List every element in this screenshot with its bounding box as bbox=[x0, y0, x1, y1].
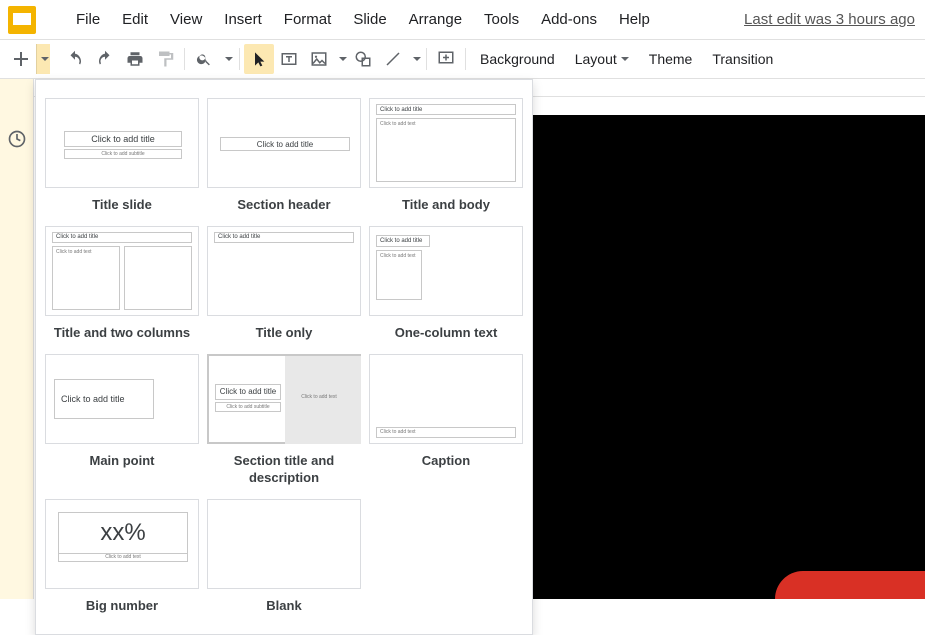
layout-option-title-only[interactable]: Click to add title Title only bbox=[206, 226, 362, 342]
thumb-title: Click to add title bbox=[64, 131, 182, 147]
print-icon bbox=[126, 50, 144, 68]
thumb-title: Click to add title bbox=[376, 104, 516, 115]
layout-option-blank[interactable]: Blank bbox=[206, 499, 362, 615]
thumb-bignumber: xx% bbox=[100, 519, 145, 547]
theme-button[interactable]: Theme bbox=[639, 44, 703, 74]
layout-label: Caption bbox=[422, 453, 470, 470]
new-slide-caret-button[interactable] bbox=[36, 44, 50, 74]
layout-label: Section header bbox=[237, 197, 330, 214]
thumb-title: Click to add title bbox=[54, 379, 154, 419]
image-icon bbox=[310, 50, 328, 68]
image-caret-button[interactable] bbox=[334, 44, 348, 74]
print-button[interactable] bbox=[120, 44, 150, 74]
menu-addons[interactable]: Add-ons bbox=[531, 7, 607, 32]
plus-icon bbox=[13, 51, 29, 67]
thumb-col2 bbox=[124, 246, 192, 310]
thumb-title: Click to add title bbox=[214, 232, 354, 243]
content-area: Click to add title Click to add subtitle… bbox=[0, 79, 925, 599]
transition-button[interactable]: Transition bbox=[702, 44, 783, 74]
thumb-body: Click to add text bbox=[376, 118, 516, 182]
thumb-title: Click to add title bbox=[215, 384, 281, 400]
background-button[interactable]: Background bbox=[470, 44, 565, 74]
layout-label: Main point bbox=[90, 453, 155, 470]
layout-option-caption[interactable]: Click to add text Caption bbox=[368, 354, 524, 487]
caret-down-icon bbox=[225, 57, 233, 61]
paint-roller-icon bbox=[156, 50, 174, 68]
toolbar: Background Layout Theme Transition bbox=[0, 39, 925, 79]
layout-grid: Click to add title Click to add subtitle… bbox=[36, 98, 532, 614]
layout-label: Title slide bbox=[92, 197, 152, 214]
layout-option-title-and-body[interactable]: Click to add title Click to add text Tit… bbox=[368, 98, 524, 214]
slide-red-shape[interactable] bbox=[775, 571, 925, 599]
layout-option-big-number[interactable]: xx% Click to add text Big number bbox=[44, 499, 200, 615]
layout-label: Section title and description bbox=[206, 453, 362, 487]
cursor-icon bbox=[251, 51, 267, 67]
line-tool-button[interactable] bbox=[378, 44, 408, 74]
undo-button[interactable] bbox=[60, 44, 90, 74]
line-caret-button[interactable] bbox=[408, 44, 422, 74]
layout-label: Title only bbox=[256, 325, 313, 342]
magnifier-icon bbox=[196, 51, 212, 67]
layout-option-title-two-columns[interactable]: Click to add title Click to add text Tit… bbox=[44, 226, 200, 342]
menu-format[interactable]: Format bbox=[274, 7, 342, 32]
thumb-subtitle: Click to add subtitle bbox=[64, 149, 182, 159]
thumb-col1: Click to add text bbox=[52, 246, 120, 310]
layout-option-section-header[interactable]: Click to add title Section header bbox=[206, 98, 362, 214]
layout-option-one-column-text[interactable]: Click to add title Click to add text One… bbox=[368, 226, 524, 342]
menu-arrange[interactable]: Arrange bbox=[399, 7, 472, 32]
layout-option-section-title-description[interactable]: Click to add title Click to add subtitle… bbox=[206, 354, 362, 487]
menubar: File Edit View Insert Format Slide Arran… bbox=[66, 7, 660, 32]
textbox-icon bbox=[280, 50, 298, 68]
speaker-notes-icon bbox=[7, 129, 27, 149]
paint-format-button[interactable] bbox=[150, 44, 180, 74]
menu-tools[interactable]: Tools bbox=[474, 7, 529, 32]
redo-icon bbox=[96, 50, 114, 68]
layout-label: One-column text bbox=[395, 325, 498, 342]
menu-file[interactable]: File bbox=[66, 7, 110, 32]
zoom-button[interactable] bbox=[189, 44, 219, 74]
header: File Edit View Insert Format Slide Arran… bbox=[0, 0, 925, 39]
thumb-body: Click to add text bbox=[376, 250, 422, 300]
comment-plus-icon bbox=[437, 50, 455, 68]
filmstrip bbox=[0, 79, 34, 599]
thumb-subtitle: Click to add subtitle bbox=[215, 402, 281, 412]
layout-label: Title and two columns bbox=[54, 325, 190, 342]
menu-slide[interactable]: Slide bbox=[343, 7, 396, 32]
last-edit-link[interactable]: Last edit was 3 hours ago bbox=[744, 11, 915, 28]
thumb-title: Click to add title bbox=[52, 232, 192, 243]
layout-button-label: Layout bbox=[575, 51, 617, 67]
caret-down-icon bbox=[41, 57, 49, 61]
redo-button[interactable] bbox=[90, 44, 120, 74]
layout-option-title-slide[interactable]: Click to add title Click to add subtitle… bbox=[44, 98, 200, 214]
layout-label: Blank bbox=[266, 598, 301, 615]
layout-label: Big number bbox=[86, 598, 158, 615]
layout-button[interactable]: Layout bbox=[565, 44, 639, 74]
thumb-bignumber-text: Click to add text bbox=[58, 554, 188, 562]
new-slide-button[interactable] bbox=[6, 44, 36, 74]
layout-popup: Click to add title Click to add subtitle… bbox=[35, 79, 533, 635]
shape-tool-button[interactable] bbox=[348, 44, 378, 74]
textbox-tool-button[interactable] bbox=[274, 44, 304, 74]
thumb-title: Click to add title bbox=[376, 235, 430, 247]
slides-logo-icon bbox=[8, 6, 36, 34]
shape-icon bbox=[354, 50, 372, 68]
line-icon bbox=[384, 50, 402, 68]
select-tool-button[interactable] bbox=[244, 44, 274, 74]
caret-down-icon bbox=[621, 57, 629, 61]
undo-icon bbox=[66, 50, 84, 68]
caret-down-icon bbox=[413, 57, 421, 61]
thumb-title: Click to add title bbox=[220, 137, 350, 151]
zoom-caret-button[interactable] bbox=[219, 44, 235, 74]
thumb-caption: Click to add text bbox=[376, 427, 516, 438]
comment-button[interactable] bbox=[431, 44, 461, 74]
layout-label: Title and body bbox=[402, 197, 490, 214]
menu-insert[interactable]: Insert bbox=[214, 7, 272, 32]
menu-help[interactable]: Help bbox=[609, 7, 660, 32]
caret-down-icon bbox=[339, 57, 347, 61]
menu-view[interactable]: View bbox=[160, 7, 212, 32]
layout-option-main-point[interactable]: Click to add title Main point bbox=[44, 354, 200, 487]
image-tool-button[interactable] bbox=[304, 44, 334, 74]
thumb-desc: Click to add text bbox=[289, 390, 349, 404]
menu-edit[interactable]: Edit bbox=[112, 7, 158, 32]
